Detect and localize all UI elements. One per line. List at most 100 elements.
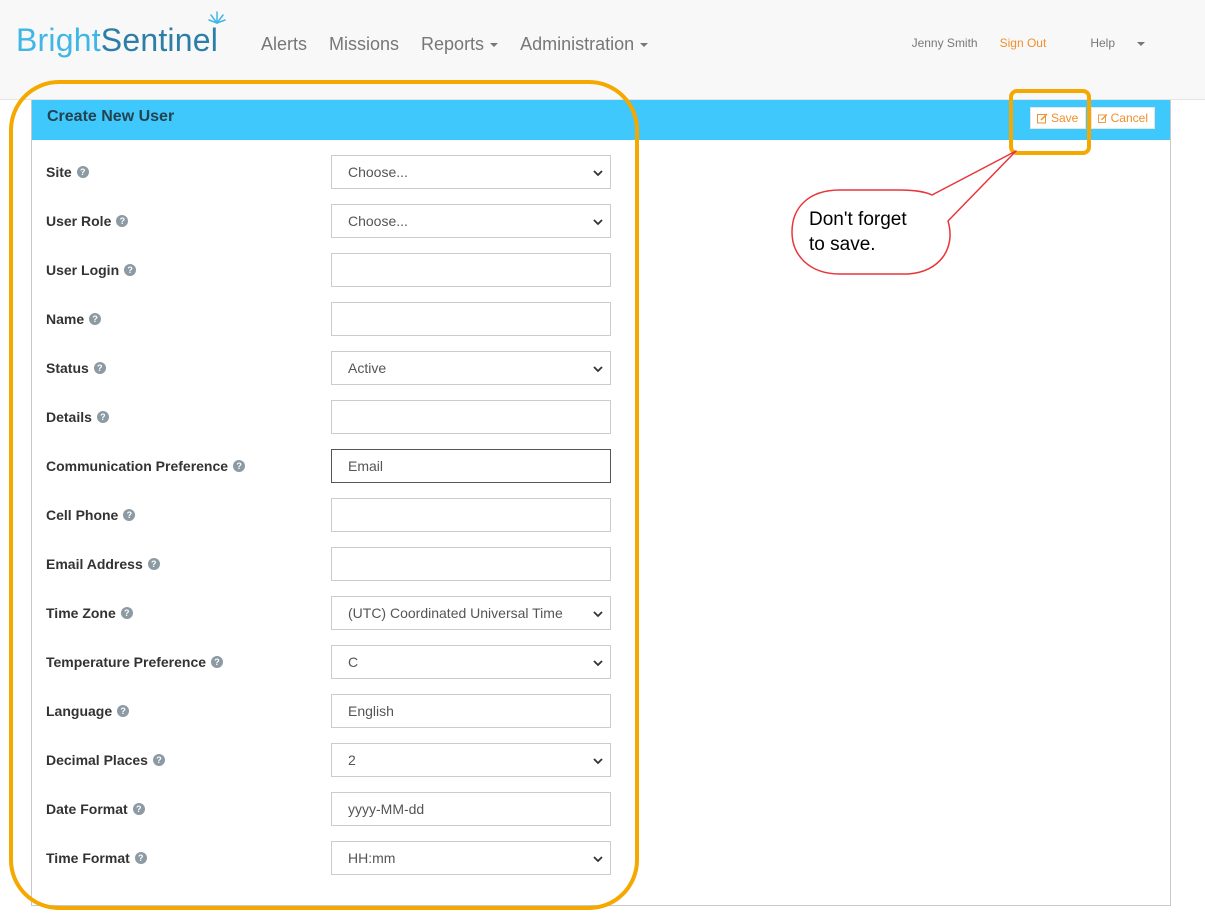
user-role-label-text: User Role (46, 213, 112, 229)
form-row-details: Details? (46, 400, 612, 434)
communication-input[interactable]: Email (331, 449, 611, 483)
caret-down-icon (640, 43, 649, 48)
brand-logo[interactable]: BrightSentinel (16, 11, 226, 60)
form-row-time-zone: Time Zone? (UTC) Coordinated Universal T… (46, 596, 612, 630)
email-label-text: Email Address (46, 556, 143, 572)
decimal-label: Decimal Places? (46, 752, 165, 768)
help-question-icon[interactable]: ? (89, 313, 102, 325)
top-navbar: BrightSentinel Alerts Missions Reports A… (0, 0, 1205, 100)
save-button[interactable]: Save (1030, 107, 1086, 129)
language-value: English (348, 703, 394, 719)
language-input[interactable]: English (331, 694, 611, 728)
email-label: Email Address? (46, 556, 160, 572)
cancel-button[interactable]: Cancel (1091, 107, 1155, 129)
form-row-name: Name? (46, 302, 612, 336)
user-login-input[interactable] (331, 253, 611, 287)
form-row-time-format: Time Format? HH:mm (46, 841, 612, 875)
callout-line-1: Don't forget (809, 209, 907, 230)
callout-text: Don't forget to save. (809, 207, 907, 257)
help-question-icon[interactable]: ? (152, 754, 165, 766)
form-row-temperature: Temperature Preference? C (46, 645, 612, 679)
edit-icon (1037, 112, 1048, 123)
help-question-icon[interactable]: ? (124, 264, 137, 276)
details-input[interactable] (331, 400, 611, 434)
temperature-select[interactable]: C (331, 645, 611, 679)
user-login-label-text: User Login (46, 262, 120, 278)
edit-icon (1098, 113, 1108, 123)
status-label: Status? (46, 360, 106, 376)
communication-label: Communication Preference? (46, 458, 246, 474)
help-question-icon[interactable]: ? (132, 803, 145, 815)
time-format-label: Time Format? (46, 850, 147, 866)
help-question-icon[interactable]: ? (147, 558, 160, 570)
chevron-down-icon (593, 366, 603, 373)
help-question-icon[interactable]: ? (120, 607, 133, 619)
chevron-down-icon (593, 611, 603, 618)
nav-alerts[interactable]: Alerts (261, 32, 307, 56)
help-question-icon[interactable]: ? (233, 460, 246, 472)
chevron-down-icon (593, 219, 603, 226)
cell-phone-input[interactable] (331, 498, 611, 532)
brand-part-sentinel: Sentinel (100, 11, 226, 58)
language-label-text: Language (46, 703, 113, 719)
email-input[interactable] (331, 547, 611, 581)
form-row-email: Email Address? (46, 547, 612, 581)
help-question-icon[interactable]: ? (96, 411, 109, 423)
site-select[interactable]: Choose... (331, 155, 611, 189)
help-question-icon[interactable]: ? (134, 852, 147, 864)
time-zone-label-text: Time Zone (46, 605, 116, 621)
chevron-down-icon (593, 660, 603, 667)
status-select[interactable]: Active (331, 351, 611, 385)
user-role-value: Choose... (348, 213, 408, 229)
panel-heading: Create New User Save Cancel (32, 100, 1170, 140)
sparkle-icon (208, 11, 226, 24)
form-row-user-login: User Login? (46, 253, 612, 287)
nav-reports[interactable]: Reports (421, 32, 499, 56)
time-zone-value: (UTC) Coordinated Universal Time (348, 605, 563, 621)
name-label-text: Name (46, 311, 85, 327)
form-row-communication: Communication Preference? Email (46, 449, 612, 483)
chevron-down-icon (593, 856, 603, 863)
nav-missions[interactable]: Missions (329, 32, 399, 56)
help-label: Help (1090, 36, 1115, 50)
form-row-decimal: Decimal Places? 2 (46, 743, 612, 777)
time-format-select[interactable]: HH:mm (331, 841, 611, 875)
details-label: Details? (46, 409, 109, 425)
help-question-icon[interactable]: ? (76, 166, 89, 178)
user-name[interactable]: Jenny Smith (912, 36, 978, 50)
site-value: Choose... (348, 164, 408, 180)
help-question-icon[interactable]: ? (123, 509, 136, 521)
help-question-icon[interactable]: ? (116, 215, 129, 227)
date-format-input[interactable]: yyyy-MM-dd (331, 792, 611, 826)
details-label-text: Details (46, 409, 92, 425)
brand-part-bright: Bright (16, 22, 101, 58)
form-row-site: Site? Choose... (46, 155, 612, 189)
help-question-icon[interactable]: ? (93, 362, 106, 374)
form-row-date-format: Date Format? yyyy-MM-dd (46, 792, 612, 826)
decimal-select[interactable]: 2 (331, 743, 611, 777)
status-label-text: Status (46, 360, 89, 376)
user-role-select[interactable]: Choose... (331, 204, 611, 238)
callout-line-2: to save. (809, 234, 876, 255)
panel-title: Create New User (47, 108, 175, 125)
help-question-icon[interactable]: ? (117, 705, 130, 717)
name-input[interactable] (331, 302, 611, 336)
nav-administration-label: Administration (520, 34, 635, 54)
temperature-value: C (348, 654, 359, 670)
time-format-label-text: Time Format (46, 850, 130, 866)
date-format-label-text: Date Format (46, 801, 128, 817)
nav-administration[interactable]: Administration (520, 32, 649, 56)
cancel-label: Cancel (1110, 111, 1148, 125)
user-role-label: User Role? (46, 213, 129, 229)
brand-sentinel-text: Sentinel (100, 22, 219, 58)
help-menu[interactable]: Help (1068, 36, 1145, 50)
temperature-label-text: Temperature Preference (46, 654, 207, 670)
save-label: Save (1051, 111, 1079, 125)
date-format-value: yyyy-MM-dd (348, 801, 425, 817)
form-row-status: Status? Active (46, 351, 612, 385)
time-zone-select[interactable]: (UTC) Coordinated Universal Time (331, 596, 611, 630)
main-nav: Alerts Missions Reports Administration (261, 32, 670, 56)
sign-out-link[interactable]: Sign Out (1000, 36, 1047, 50)
help-question-icon[interactable]: ? (211, 656, 224, 668)
communication-label-text: Communication Preference (46, 458, 229, 474)
